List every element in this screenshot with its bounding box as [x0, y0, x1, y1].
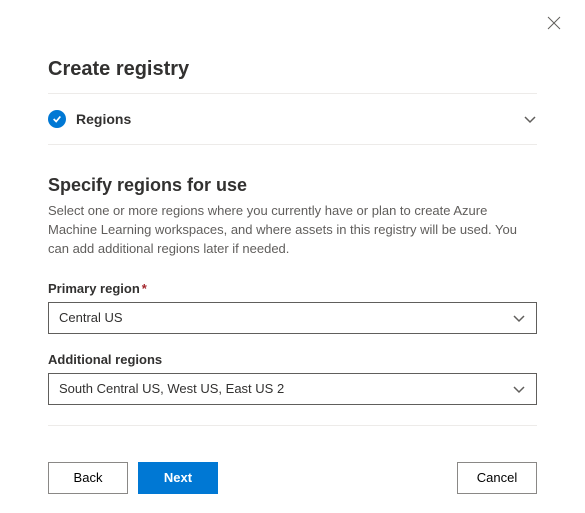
section-header-regions[interactable]: Regions	[48, 94, 537, 144]
chevron-down-icon	[512, 382, 526, 396]
divider	[48, 425, 537, 426]
close-button[interactable]	[543, 12, 565, 39]
check-circle-icon	[48, 110, 66, 128]
chevron-down-icon	[512, 311, 526, 325]
primary-region-label-text: Primary region	[48, 281, 140, 296]
additional-regions-select[interactable]: South Central US, West US, East US 2	[48, 373, 537, 405]
section-description: Select one or more regions where you cur…	[48, 202, 537, 259]
required-indicator: *	[142, 281, 147, 296]
back-button[interactable]: Back	[48, 462, 128, 494]
additional-regions-label: Additional regions	[48, 352, 537, 367]
chevron-down-icon	[523, 112, 537, 126]
next-button[interactable]: Next	[138, 462, 218, 494]
primary-region-select[interactable]: Central US	[48, 302, 537, 334]
section-subtitle: Specify regions for use	[48, 175, 537, 196]
page-title: Create registry	[48, 0, 537, 93]
section-label: Regions	[76, 111, 131, 127]
primary-region-label: Primary region*	[48, 281, 537, 296]
cancel-button[interactable]: Cancel	[457, 462, 537, 494]
footer: Back Next Cancel	[48, 446, 537, 494]
close-icon	[547, 16, 561, 30]
additional-regions-value: South Central US, West US, East US 2	[59, 381, 284, 396]
section-body: Specify regions for use Select one or mo…	[48, 145, 537, 425]
primary-region-value: Central US	[59, 310, 123, 325]
